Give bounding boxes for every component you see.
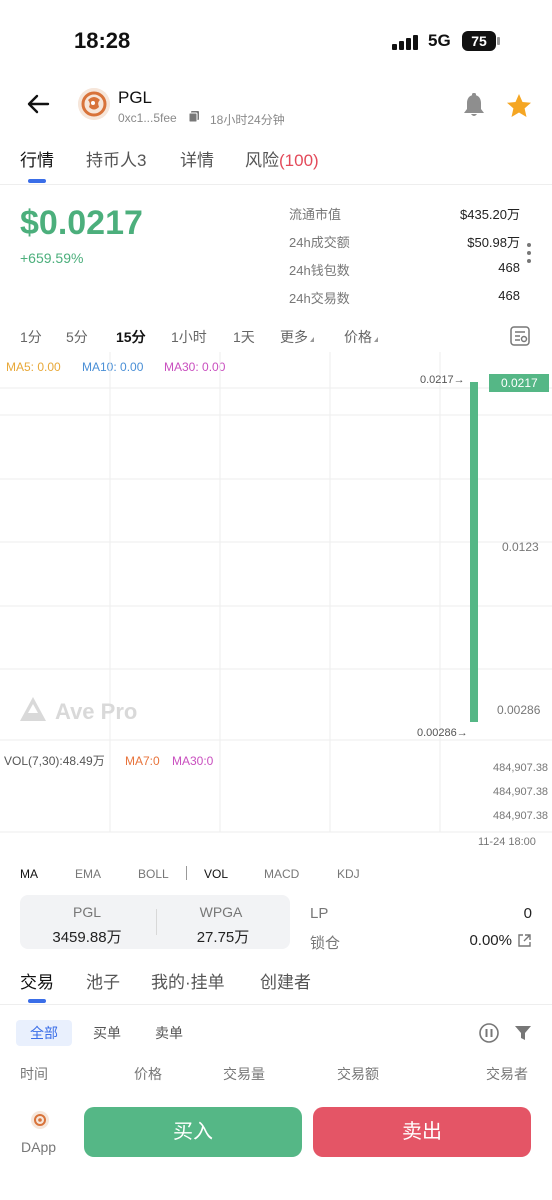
chart-settings-icon[interactable] [510,326,530,346]
filter-sell[interactable]: 卖单 [141,1020,197,1046]
lock-label: 锁仓 [310,935,341,952]
indicator-vol[interactable]: VOL [204,867,228,881]
token-avatar [78,88,110,120]
tab-indicator [28,179,46,183]
token-age: 18小时24分钟 [210,113,285,127]
price-axis-label: 0.00286 [497,703,541,717]
tab-creator[interactable]: 创建者 [260,968,311,993]
column-header-volume: 交易量 [223,1066,265,1082]
current-price-tag: 0.0217 [501,376,538,390]
volume-axis-label: 484,907.38 [493,762,548,774]
status-time: 18:28 [74,28,131,53]
price-mode-select[interactable]: 价格 [344,327,378,347]
price-axis-label: 0.0123 [502,540,539,554]
lp-value: 0 [523,905,532,922]
indicator-divider [186,866,187,880]
network-label: 5G [428,31,451,50]
price-candle [470,382,478,722]
indicator-macd[interactable]: MACD [264,867,299,881]
interval-15m[interactable]: 15分 [116,327,146,347]
external-link-icon[interactable] [517,933,532,948]
volume-axis-label: 484,907.38 [493,810,548,822]
column-header-amount: 交易额 [337,1066,379,1082]
tab-risk[interactable]: 风险(100) [245,146,319,171]
time-axis-label: 11-24 18:00 [478,836,536,848]
indicator-kdj[interactable]: KDJ [337,867,360,881]
tab-market[interactable]: 行情 [20,146,54,171]
battery-cap [497,37,500,45]
watermark-logo [20,697,46,721]
interval-5m[interactable]: 5分 [66,327,88,347]
pool-token-a-name: PGL [72,904,101,920]
back-arrow-icon[interactable] [22,88,54,120]
price-mode-label: 价格 [344,329,372,345]
dropdown-triangle-icon [374,337,378,342]
lp-label: LP [310,905,329,922]
volume-summary: VOL(7,30):48.49万 [4,754,105,768]
column-header-price: 价格 [134,1066,162,1082]
token-name: PGL [118,88,153,107]
tab-holders[interactable]: 持币人3 [86,146,146,171]
divider [0,184,552,185]
tab-my-orders[interactable]: 我的·挂单 [151,968,225,993]
divider [0,1004,552,1005]
interval-1d[interactable]: 1天 [233,327,255,347]
top-tabs: 行情 持币人3 详情 风险(100) [0,146,552,184]
interval-1h[interactable]: 1小时 [171,327,207,347]
volume-axis-label: 484,907.38 [493,786,548,798]
indicator-ma[interactable]: MA [20,867,38,881]
pool-token-a-amount: 3459.88万 [52,929,122,946]
stat-label: 24h交易数 [289,291,350,306]
sell-button[interactable]: 卖出 [313,1107,531,1157]
filter-buy[interactable]: 买单 [79,1020,135,1046]
pool-divider [156,909,157,935]
tab-details[interactable]: 详情 [180,146,214,171]
stat-value: $435.20万 [460,207,520,222]
column-header-time: 时间 [20,1066,48,1082]
tab-trades[interactable]: 交易 [20,968,54,993]
watermark-text: Ave Pro [55,699,137,724]
stat-value: 468 [498,260,520,275]
chart-watermark: Ave Pro [20,697,137,724]
tab-pools[interactable]: 池子 [86,968,120,993]
volume-ma7: MA7:0 [125,754,160,768]
column-header-trader: 交易者 [486,1066,528,1082]
token-address: 0xc1...5fee [118,111,177,125]
filter-all[interactable]: 全部 [16,1020,72,1046]
pause-refresh-icon[interactable] [478,1022,500,1044]
stat-label: 流通市值 [289,207,342,222]
indicator-boll[interactable]: BOLL [138,867,169,881]
stat-label: 24h钱包数 [289,263,350,278]
interval-more[interactable]: 更多 [280,327,314,347]
stat-label: 24h成交额 [289,235,350,250]
tab-risk-label: 风险 [245,151,279,170]
battery-icon: 75 [462,31,496,51]
risk-badge: (100) [279,151,319,170]
pool-token-b-name: WPGA [199,904,243,920]
interval-more-label: 更多 [280,329,308,345]
dropdown-triangle-icon [310,337,314,342]
more-vertical-icon[interactable] [526,242,532,264]
high-marker: 0.0217→ [420,374,465,386]
low-marker: 0.00286→ [417,727,468,739]
price-chart[interactable]: Ave Pro 0.0217→ 0.00286→ 0.0217 0.0123 0… [0,352,552,852]
current-price: $0.0217 [20,204,143,242]
filter-icon[interactable] [514,1024,532,1042]
dapp-icon[interactable] [30,1110,50,1130]
copy-icon[interactable] [189,111,200,122]
interval-1m[interactable]: 1分 [20,327,42,347]
signal-icon [392,32,422,50]
indicator-ema[interactable]: EMA [75,867,101,881]
dapp-label[interactable]: DApp [21,1139,56,1155]
price-change: +659.59% [20,250,84,266]
volume-ma30: MA30:0 [172,754,214,768]
star-icon[interactable] [505,92,533,120]
buy-button[interactable]: 买入 [84,1107,302,1157]
stat-value: 468 [498,288,520,303]
trade-tab-indicator [28,999,46,1003]
stat-value: $50.98万 [467,235,520,250]
lock-value: 0.00% [469,932,512,949]
pool-token-b-amount: 27.75万 [196,929,250,946]
bell-icon[interactable] [460,92,488,120]
